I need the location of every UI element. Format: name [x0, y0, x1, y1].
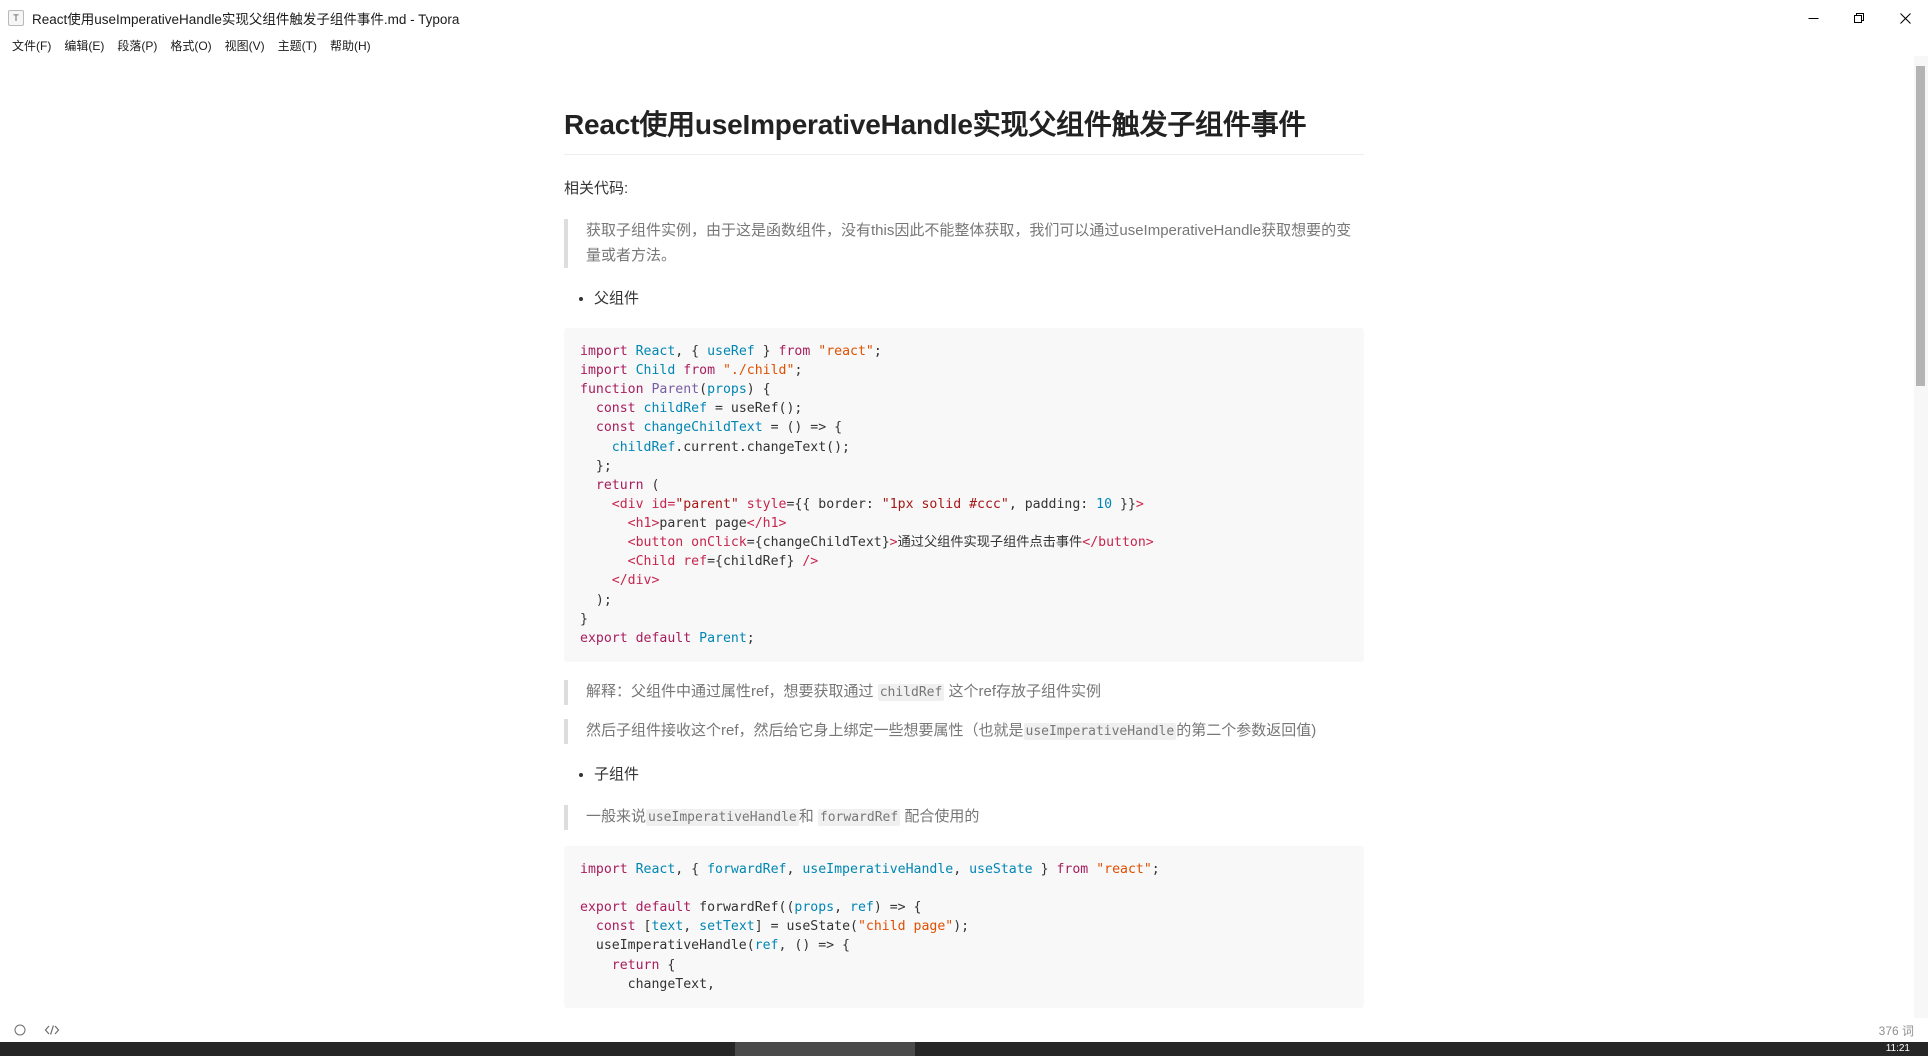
title-bar: T React使用useImperativeHandle实现父组件触发子组件事件…	[0, 0, 1928, 36]
code-line: import React, { forwardRef, useImperativ…	[580, 861, 1160, 877]
menu-item-help[interactable]: 帮助(H)	[324, 36, 378, 56]
code-line: <button onClick={changeChildText}>通过父组件实…	[627, 535, 1154, 551]
code-line: };	[580, 458, 612, 474]
code-line: childRef.current.changeText();	[611, 439, 850, 455]
typora-window: T React使用useImperativeHandle实现父组件触发子组件事件…	[0, 0, 1928, 1056]
code-line: </div>	[611, 573, 660, 589]
list-parent-component: 父组件	[564, 286, 1364, 312]
second-suffix: 的第二个参数返回值)	[1176, 721, 1317, 739]
code-line: <Child ref={childRef} />	[627, 554, 819, 570]
code-line: }	[580, 611, 588, 627]
markdown-editor[interactable]: React使用useImperativeHandle实现父组件触发子组件事件 相…	[0, 56, 1928, 1018]
editor-area: React使用useImperativeHandle实现父组件触发子组件事件 相…	[0, 56, 1928, 1018]
explain-suffix: 这个ref存放子组件实例	[944, 683, 1101, 701]
restore-icon	[1853, 12, 1864, 23]
inline-code-childref: childRef	[877, 684, 945, 702]
word-count[interactable]: 376 词	[1879, 1022, 1914, 1039]
close-button[interactable]	[1882, 0, 1928, 36]
close-icon	[1899, 12, 1911, 24]
taskbar-segment-right	[915, 1042, 1928, 1056]
menu-item-file[interactable]: 文件(F)	[6, 36, 58, 56]
blockquote-intro: 获取子组件实例，由于这是函数组件，没有this因此不能整体获取，我们可以通过us…	[564, 218, 1364, 269]
document-page: React使用useImperativeHandle实现父组件触发子组件事件 相…	[564, 56, 1364, 1008]
status-bar: 376 词	[0, 1018, 1928, 1042]
source-code-icon-svg	[44, 1025, 60, 1035]
code-block-parent[interactable]: import React, { useRef } from "react"; im…	[564, 327, 1364, 663]
code-line: function Parent(props) {	[580, 382, 771, 398]
list-item: 父组件	[594, 286, 1364, 312]
code-line: import Child from "./child";	[580, 362, 803, 378]
code-line: );	[580, 592, 612, 608]
blockquote-child-text: 一般来说 useImperativeHandle 和 forwardRef 配合使用…	[586, 805, 1364, 830]
minimize-button[interactable]	[1790, 0, 1836, 36]
blockquote-explain-text: 解释：父组件中通过属性ref，想要获取通过 childRef 这个ref存放子组…	[586, 680, 1364, 705]
code-line: return {	[611, 957, 676, 973]
blockquote-second: 然后子组件接收这个ref，然后给它身上绑定一些想要属性（也就是 useImpera…	[564, 718, 1364, 744]
taskbar-clock: 11:21	[1885, 1043, 1910, 1054]
os-taskbar: 11:21	[0, 1042, 1928, 1056]
menu-bar: 文件(F) 编辑(E) 段落(P) 格式(O) 视图(V) 主题(T) 帮助(H…	[0, 36, 1928, 56]
inline-code-useimperativehandle-2: useImperativeHandle	[646, 809, 799, 827]
code-line: <h1>parent page</h1>	[627, 516, 787, 532]
second-prefix: 然后子组件接收这个ref，然后给它身上绑定一些想要属性（也就是	[586, 721, 1024, 739]
intro-paragraph: 相关代码:	[564, 179, 629, 197]
code-line: <div id="parent" style={{ border: "1px s…	[611, 496, 1144, 512]
code-line: export default Parent;	[580, 630, 755, 646]
circle-icon-svg	[14, 1024, 26, 1036]
circle-icon[interactable]	[12, 1022, 28, 1038]
code-line: return (	[595, 477, 660, 493]
status-bar-left	[8, 1022, 60, 1038]
window-title: React使用useImperativeHandle实现父组件触发子组件事件.m…	[32, 12, 460, 27]
minimize-icon	[1808, 17, 1818, 19]
source-code-icon[interactable]	[44, 1022, 60, 1038]
menu-item-format[interactable]: 格式(O)	[164, 36, 218, 56]
code-line: const childRef = useRef();	[595, 401, 803, 417]
list-child-component: 子组件	[564, 762, 1364, 788]
code-line: import React, { useRef } from "react";	[580, 343, 882, 359]
typora-doc-icon: T	[8, 10, 24, 26]
blockquote-explain: 解释：父组件中通过属性ref，想要获取通过 childRef 这个ref存放子组…	[564, 680, 1364, 705]
restore-button[interactable]	[1836, 0, 1882, 36]
code-block-child[interactable]: import React, { forwardRef, useImperativ…	[564, 845, 1364, 1008]
child-mid: 和	[798, 808, 818, 826]
child-suffix: 配合使用的	[900, 808, 980, 826]
menu-item-paragraph[interactable]: 段落(P)	[111, 36, 164, 56]
inline-code-useimperativehandle: useImperativeHandle	[1023, 722, 1177, 740]
code-line: const [text, setText] = useState("child …	[595, 919, 970, 935]
code-line: const changeChildText = () => {	[595, 420, 843, 436]
child-prefix: 一般来说	[586, 808, 647, 826]
code-line: export default forwardRef((props, ref) =…	[580, 900, 922, 916]
menu-item-theme[interactable]: 主题(T)	[272, 36, 324, 56]
inline-code-forwardref: forwardRef	[817, 809, 901, 827]
menu-item-view[interactable]: 视图(V)	[219, 36, 272, 56]
blockquote-second-text: 然后子组件接收这个ref，然后给它身上绑定一些想要属性（也就是 useImpera…	[586, 719, 1364, 744]
code-line: useImperativeHandle(ref, () => {	[580, 938, 850, 954]
blockquote-intro-text: 获取子组件实例，由于这是函数组件，没有this因此不能整体获取，我们可以通过us…	[586, 221, 1352, 264]
list-item: 子组件	[594, 762, 1364, 788]
scrollbar-thumb[interactable]	[1916, 66, 1925, 386]
window-controls	[1790, 0, 1928, 36]
taskbar-segment-left	[0, 1042, 735, 1056]
explain-prefix: 解释：父组件中通过属性ref，想要获取通过	[586, 683, 878, 701]
blockquote-child: 一般来说 useImperativeHandle 和 forwardRef 配合使用…	[564, 805, 1364, 830]
taskbar-active-window[interactable]	[735, 1042, 915, 1056]
vertical-scrollbar[interactable]	[1914, 56, 1928, 1018]
code-line: changeText,	[580, 976, 715, 992]
page-title: React使用useImperativeHandle实现父组件触发子组件事件	[564, 106, 1364, 155]
menu-item-edit[interactable]: 编辑(E)	[58, 36, 111, 56]
